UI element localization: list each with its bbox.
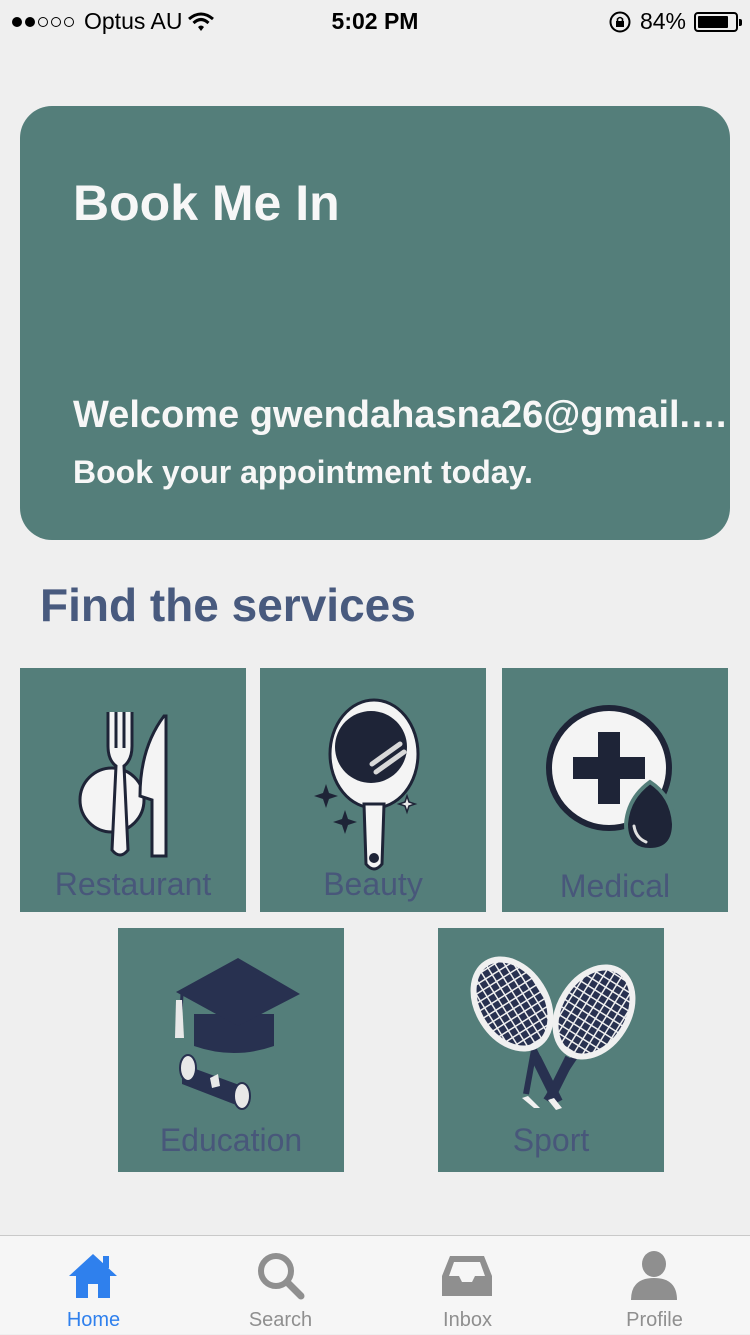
welcome-card: Book Me In Welcome gwendahasna26@gmail.c… xyxy=(20,106,730,540)
battery-level xyxy=(698,15,729,28)
service-label: Education xyxy=(159,1122,303,1158)
service-tile-restaurant[interactable]: Restaurant xyxy=(20,668,246,912)
tab-label: Inbox xyxy=(443,1309,492,1331)
services-heading: Find the services xyxy=(40,579,416,631)
inbox-icon xyxy=(442,1256,492,1296)
tab-label: Profile xyxy=(626,1309,683,1331)
tab-bar: Home Search Inbox Profile xyxy=(0,1235,750,1334)
service-label: Sport xyxy=(512,1122,590,1158)
status-bar: Optus AU 5:02 PM 84% xyxy=(0,0,750,42)
service-tile-beauty[interactable]: Beauty xyxy=(260,668,486,912)
tab-home[interactable]: Home xyxy=(0,1236,187,1335)
service-label: Beauty xyxy=(323,866,423,902)
service-tile-sport[interactable]: Sport xyxy=(438,928,664,1172)
app-title: Book Me In xyxy=(73,175,340,231)
service-label: Medical xyxy=(559,868,671,904)
welcome-message: Welcome gwendahasna26@gmail.com xyxy=(73,394,730,436)
home-icon xyxy=(69,1254,117,1298)
service-tile-medical[interactable]: Medical xyxy=(502,668,728,912)
tab-search[interactable]: Search xyxy=(187,1236,374,1335)
tab-label: Search xyxy=(248,1309,313,1331)
service-tile-education[interactable]: Education xyxy=(118,928,344,1172)
battery-percent: 84% xyxy=(639,8,686,34)
battery-icon xyxy=(694,11,742,32)
tab-label: Home xyxy=(66,1309,121,1331)
tab-inbox[interactable]: Inbox xyxy=(374,1236,561,1335)
service-label: Restaurant xyxy=(54,866,212,902)
tab-profile[interactable]: Profile xyxy=(561,1236,748,1335)
orientation-lock-icon xyxy=(609,11,631,32)
status-right: 84% xyxy=(608,8,742,35)
search-icon xyxy=(258,1253,305,1300)
welcome-subtitle: Book your appointment today. xyxy=(73,454,533,490)
profile-icon xyxy=(631,1251,677,1300)
